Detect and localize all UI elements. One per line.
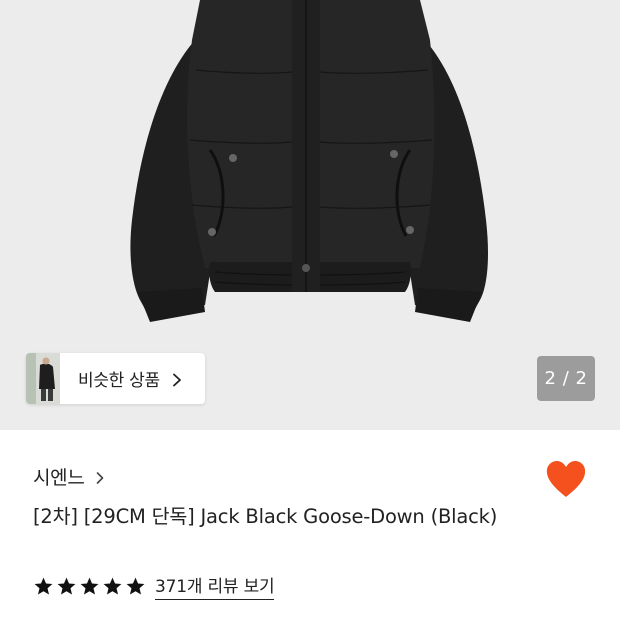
star-icon [126, 577, 145, 595]
star-icon [80, 577, 99, 595]
wishlist-heart-button[interactable] [545, 460, 587, 500]
star-icon [34, 577, 53, 595]
star-rating [33, 576, 148, 597]
chevron-right-icon [94, 470, 106, 484]
review-link[interactable]: 371개 리뷰 보기 [155, 572, 275, 600]
image-page-counter: 2 / 2 [537, 356, 595, 401]
similar-product-thumbnail [26, 353, 60, 404]
brand-name: 시엔느 [33, 467, 85, 489]
similar-products-label: 비슷한 상품 [78, 371, 160, 391]
rating-row: 371개 리뷰 보기 [33, 572, 275, 600]
chevron-right-icon [170, 372, 184, 386]
product-info-section: 시엔느 [2차] [29CM 단독] Jack Black Goose-Down… [0, 430, 620, 620]
heart-icon [546, 461, 586, 497]
star-icon [57, 577, 76, 595]
star-icon [103, 577, 122, 595]
product-image-gallery[interactable]: 비슷한 상품 2 / 2 [0, 0, 620, 430]
similar-products-button[interactable]: 비슷한 상품 [26, 353, 205, 404]
brand-link[interactable]: 시엔느 [33, 463, 106, 490]
product-title: [2차] [29CM 단독] Jack Black Goose-Down (Bl… [33, 505, 498, 528]
